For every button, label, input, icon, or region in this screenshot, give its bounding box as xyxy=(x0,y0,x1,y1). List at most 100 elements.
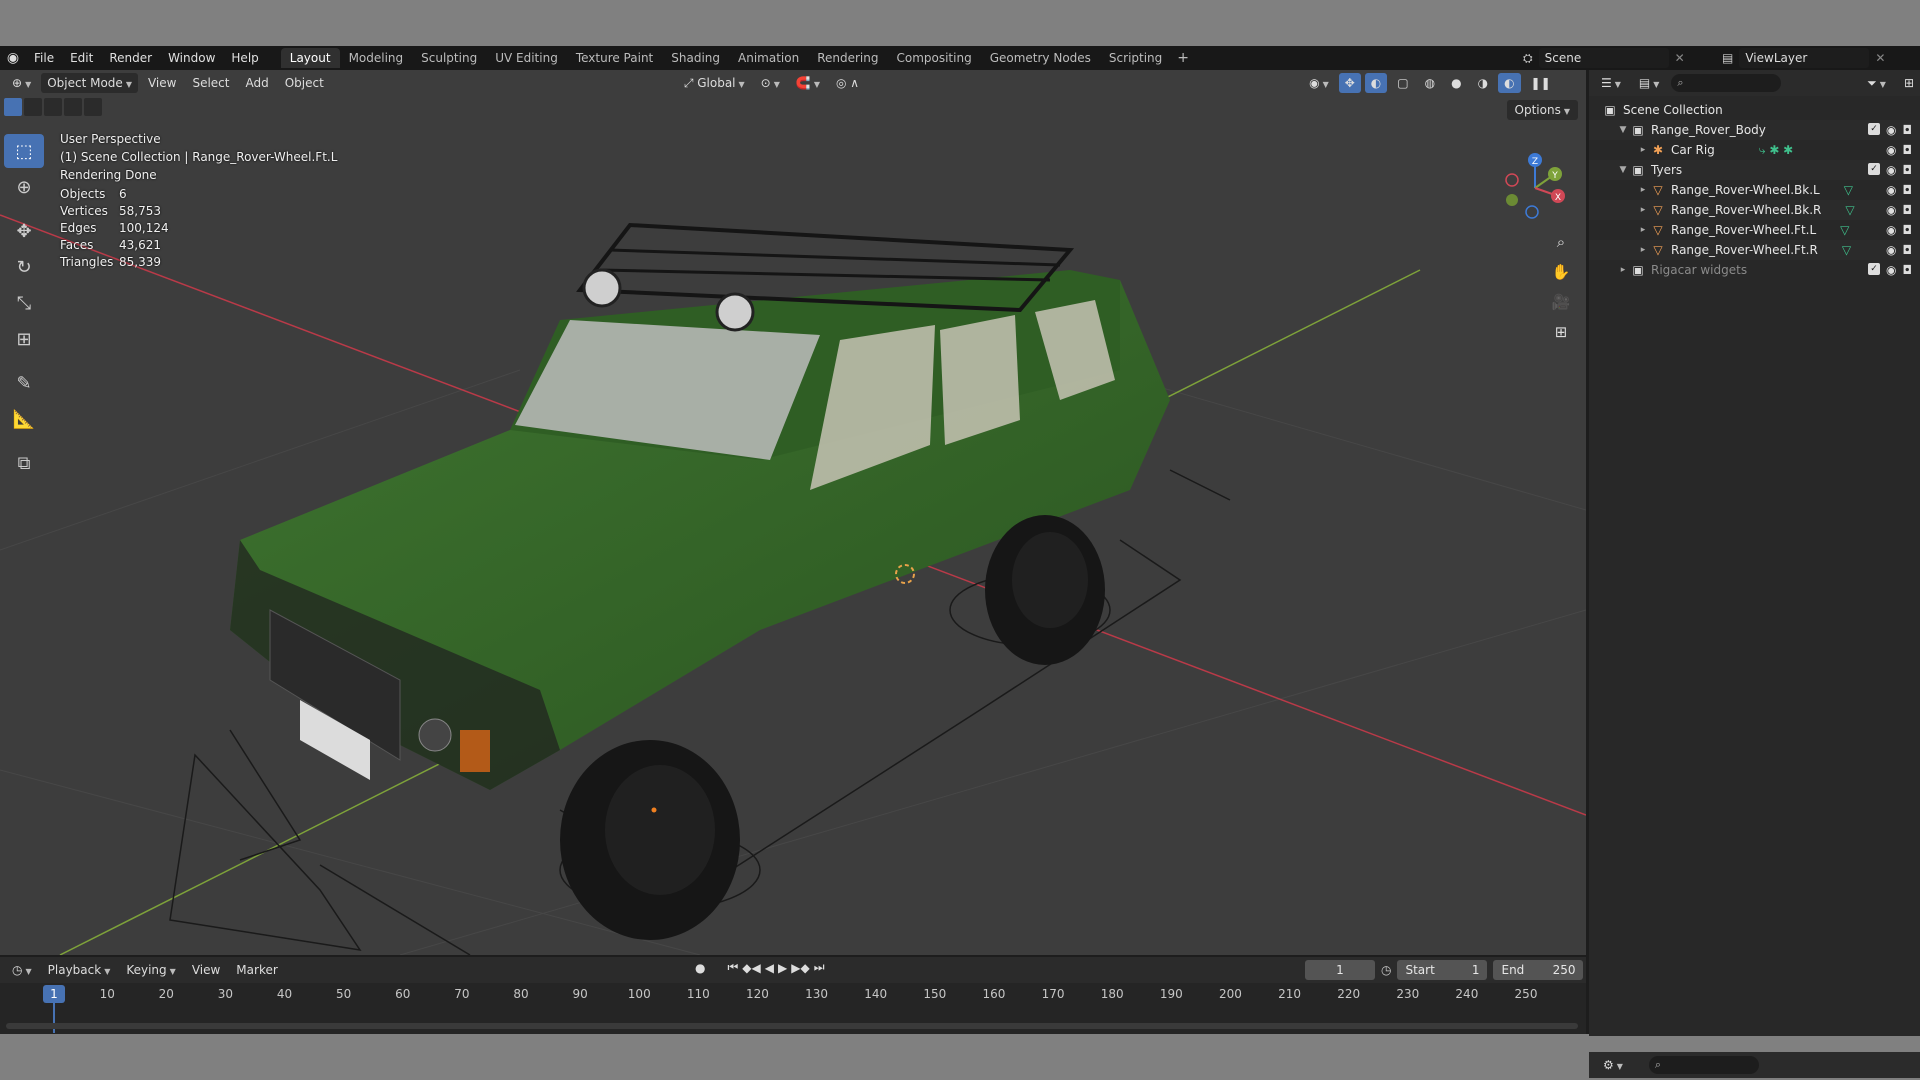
next-keyframe-icon[interactable]: ▶◆ xyxy=(791,961,809,975)
shading-wireframe-icon[interactable]: ◍ xyxy=(1419,73,1441,93)
prev-keyframe-icon[interactable]: ◆◀ xyxy=(742,961,760,975)
orientation-dropdown[interactable]: ⤢ Global ▼ xyxy=(678,73,751,93)
outliner-editor-icon[interactable]: ☰ ▼ xyxy=(1595,73,1627,93)
select-subtract-icon[interactable] xyxy=(44,98,62,116)
rotate-tool-icon[interactable]: ↻ xyxy=(4,250,44,284)
eye-icon[interactable]: ◉ xyxy=(1886,263,1896,277)
disclosure-triangle-icon[interactable]: ▼ xyxy=(1617,125,1629,135)
mesh-data-icon[interactable]: ▽ xyxy=(1840,223,1849,237)
stopwatch-icon[interactable]: ◷ xyxy=(1381,963,1391,977)
editor-type-icon[interactable]: ⊕ ▼ xyxy=(6,73,37,93)
eye-icon[interactable]: ◉ xyxy=(1886,223,1896,237)
disclosure-triangle-icon[interactable]: ▸ xyxy=(1637,245,1649,255)
shading-material-icon[interactable]: ◑ xyxy=(1472,73,1494,93)
mesh-data-icon[interactable]: ▽ xyxy=(1845,203,1854,217)
tab-layout[interactable]: Layout xyxy=(280,48,340,68)
timeline-scrollbar[interactable] xyxy=(6,1023,1578,1029)
jump-end-icon[interactable]: ⏭ xyxy=(814,960,825,975)
3d-viewport[interactable]: ⊕ ▼ Object Mode ▼ View Select Add Object ⤢… xyxy=(0,70,1586,955)
playback-menu[interactable]: Playback ▼ xyxy=(42,960,117,980)
navigation-gizmo[interactable]: Z Y X xyxy=(1500,150,1570,220)
shading-solid-icon[interactable]: ● xyxy=(1445,73,1467,93)
menu-select[interactable]: Select xyxy=(186,73,235,93)
ortho-grid-icon[interactable]: ⊞ xyxy=(1548,320,1574,344)
keying-menu[interactable]: Keying ▼ xyxy=(120,960,181,980)
list-item[interactable]: ▼ ▣ Tyers ✓ ◉ ◘ xyxy=(1589,160,1920,180)
jump-start-icon[interactable]: ⏮ xyxy=(727,960,738,975)
eye-icon[interactable]: ◉ xyxy=(1886,163,1896,177)
camera-view-icon[interactable]: 🎥 xyxy=(1548,290,1574,314)
list-item[interactable]: ▸ ▽ Range_Rover-Wheel.Bk.L ▽ ◉ ◘ xyxy=(1589,180,1920,200)
options-button[interactable]: Options ▼ xyxy=(1506,100,1578,120)
shading-rendered-icon[interactable]: ◐ xyxy=(1498,73,1521,93)
list-item[interactable]: ▣ Scene Collection xyxy=(1589,100,1920,120)
render-camera-icon[interactable]: ◘ xyxy=(1903,263,1913,277)
list-item[interactable]: ▸ ✱ Car Rig ⤷ ✱ ✱ ◉ ◘ xyxy=(1589,140,1920,160)
play-icon[interactable]: ▶ xyxy=(778,961,787,975)
close-icon[interactable]: ✕ xyxy=(1675,51,1685,65)
xray-icon[interactable]: ▢ xyxy=(1391,73,1414,93)
render-camera-icon[interactable]: ◘ xyxy=(1903,223,1913,237)
exclude-checkbox[interactable]: ✓ xyxy=(1868,123,1881,135)
scene-field[interactable]: Scene xyxy=(1538,48,1669,68)
select-box-tool-icon[interactable]: ⬚ xyxy=(4,134,44,168)
list-item[interactable]: ▸ ▽ Range_Rover-Wheel.Bk.R ▽ ◉ ◘ xyxy=(1589,200,1920,220)
end-frame-field[interactable]: End 250 xyxy=(1493,960,1584,980)
pan-hand-icon[interactable]: ✋ xyxy=(1548,260,1574,284)
disclosure-triangle-icon[interactable]: ▸ xyxy=(1637,225,1649,235)
list-item[interactable]: ▸ ▽ Range_Rover-Wheel.Ft.L ▽ ◉ ◘ xyxy=(1589,220,1920,240)
view-layer-field[interactable]: ViewLayer xyxy=(1739,48,1870,68)
outliner[interactable]: ☰ ▼ ▤ ▼ ⌕ ⏷ ▼ ⊞ ▣ Scene Collection ▼ ▣ Range_… xyxy=(1589,70,1920,1036)
range-rover-model[interactable] xyxy=(230,222,1170,940)
disclosure-triangle-icon[interactable]: ▸ xyxy=(1617,265,1629,275)
overlay-toggle-icon[interactable]: ◐ xyxy=(1364,73,1388,93)
add-cube-tool-icon[interactable]: ⧉ xyxy=(4,446,44,480)
proportional-edit-icon[interactable]: ◎ ∧ xyxy=(830,73,865,93)
properties-search-input[interactable]: ⌕ xyxy=(1648,1056,1759,1074)
frame-ruler[interactable]: 1 10 20 30 40 50 60 70 80 90 100 110 120 130 140 150 160… xyxy=(0,985,1586,1033)
disclosure-triangle-icon[interactable]: ▸ xyxy=(1637,185,1649,195)
armature-data-icon[interactable]: ⤷ ✱ ✱ xyxy=(1759,143,1793,158)
transform-tool-icon[interactable]: ⊞ xyxy=(4,322,44,356)
eye-icon[interactable]: ◉ xyxy=(1886,203,1896,217)
new-collection-icon[interactable]: ⊞ xyxy=(1898,73,1920,93)
menu-file[interactable]: File xyxy=(26,46,62,70)
tab-animation[interactable]: Animation xyxy=(729,48,808,68)
menu-marker[interactable]: Marker xyxy=(230,960,283,980)
tab-sculpting[interactable]: Sculpting xyxy=(412,48,486,68)
list-item[interactable]: ▼ ▣ Range_Rover_Body ✓ ◉ ◘ xyxy=(1589,120,1920,140)
record-icon[interactable]: ● xyxy=(695,961,705,975)
render-camera-icon[interactable]: ◘ xyxy=(1903,123,1913,137)
properties-editor-icon[interactable]: ⚙ ▼ xyxy=(1597,1055,1629,1075)
render-camera-icon[interactable]: ◘ xyxy=(1903,203,1913,217)
view-layer-selector[interactable]: ▤ ViewLayer ✕ xyxy=(1722,48,1918,68)
menu-view[interactable]: View xyxy=(186,960,226,980)
outliner-search-input[interactable]: ⌕ xyxy=(1671,74,1782,92)
select-invert-icon[interactable] xyxy=(64,98,82,116)
tab-compositing[interactable]: Compositing xyxy=(887,48,980,68)
select-extend-icon[interactable] xyxy=(24,98,42,116)
visibility-icon[interactable]: ◉ ▼ xyxy=(1303,73,1335,93)
disclosure-triangle-icon[interactable]: ▼ xyxy=(1617,165,1629,175)
menu-edit[interactable]: Edit xyxy=(62,46,101,70)
tab-rendering[interactable]: Rendering xyxy=(808,48,887,68)
current-frame-indicator[interactable]: 1 xyxy=(43,985,65,1003)
render-camera-icon[interactable]: ◘ xyxy=(1903,163,1913,177)
mode-dropdown[interactable]: Object Mode ▼ xyxy=(41,73,138,93)
menu-view[interactable]: View xyxy=(142,73,182,93)
filter-icon[interactable]: ⏷ ▼ xyxy=(1861,73,1892,93)
render-camera-icon[interactable]: ◘ xyxy=(1903,183,1913,197)
select-new-icon[interactable] xyxy=(4,98,22,116)
gizmo-toggle-icon[interactable]: ✥ xyxy=(1338,73,1361,93)
current-frame-field[interactable]: 1 xyxy=(1305,960,1375,980)
menu-window[interactable]: Window xyxy=(160,46,223,70)
list-item[interactable]: ▸ ▽ Range_Rover-Wheel.Ft.R ▽ ◉ ◘ xyxy=(1589,240,1920,260)
display-mode-icon[interactable]: ▤ ▼ xyxy=(1633,73,1666,93)
tab-shading[interactable]: Shading xyxy=(662,48,729,68)
scene-selector[interactable]: ⛭ Scene ✕ xyxy=(1523,48,1713,68)
select-intersect-icon[interactable] xyxy=(84,98,102,116)
timeline-editor-icon[interactable]: ◷ ▼ xyxy=(6,960,38,980)
start-frame-field[interactable]: Start 1 xyxy=(1397,960,1488,980)
move-tool-icon[interactable]: ✥ xyxy=(4,214,44,248)
timeline[interactable]: ◷ ▼ Playback ▼ Keying ▼ View Marker ● ⏮ ◆◀ … xyxy=(0,957,1586,1034)
